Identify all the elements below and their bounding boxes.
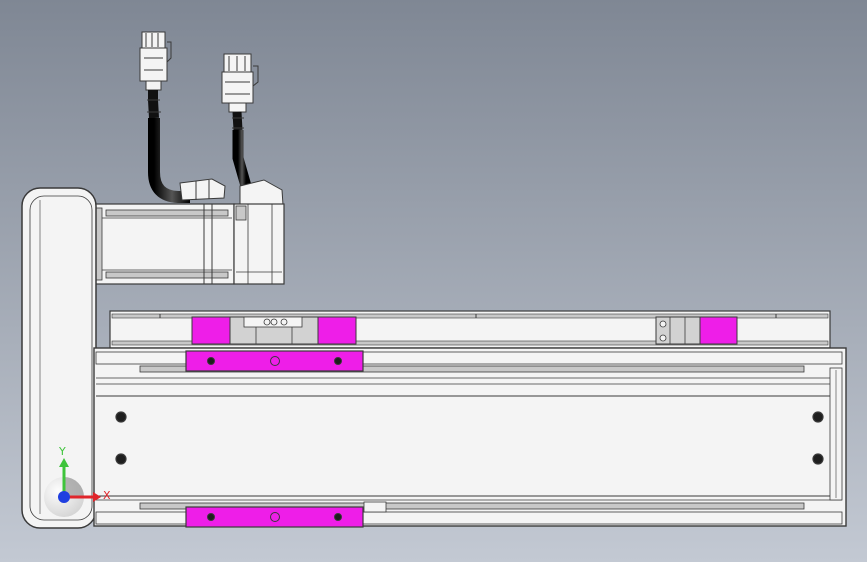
- triad-y-label: Y: [58, 445, 66, 458]
- bolt-icon: [115, 411, 127, 423]
- bolt-icon: [280, 318, 288, 326]
- bolt-icon: [115, 453, 127, 465]
- triad-x-label: X: [103, 489, 111, 502]
- triad-z-axis: [58, 491, 70, 503]
- bolt-icon: [207, 357, 215, 365]
- upper-carriage-block-left[interactable]: [191, 316, 357, 345]
- upper-carriage-block-right[interactable]: [655, 316, 738, 345]
- bolt-icon: [659, 334, 667, 342]
- bottom-slider-plate[interactable]: [185, 506, 364, 528]
- bolt-icon: [263, 318, 271, 326]
- bolt-icon: [812, 411, 824, 423]
- cad-model-view[interactable]: X Y: [0, 0, 867, 562]
- cad-viewport[interactable]: X Y: [0, 0, 867, 562]
- bolt-icon: [207, 513, 215, 521]
- bolt-icon: [270, 318, 278, 326]
- left-end-cap[interactable]: [21, 187, 97, 529]
- bolt-icon: [659, 320, 667, 328]
- bolt-icon: [334, 513, 342, 521]
- main-base-body[interactable]: [93, 347, 847, 527]
- bolt-icon: [812, 453, 824, 465]
- top-slider-plate[interactable]: [185, 350, 364, 372]
- bolt-icon: [334, 357, 342, 365]
